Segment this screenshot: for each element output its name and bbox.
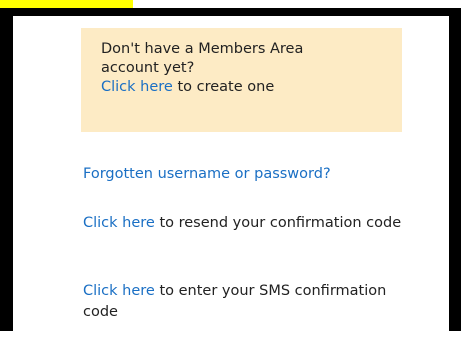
login-help-panel: Don't have a Members Area account yet? C… (13, 16, 449, 346)
notice-text-line2: account yet? (101, 60, 195, 76)
sms-confirmation-item: Click here to enter your SMS confirmatio… (83, 281, 413, 323)
resend-confirmation-link[interactable]: Click here (83, 215, 155, 231)
forgotten-credentials-link[interactable]: Forgotten username or password? (83, 166, 331, 182)
notice-text-line1: Don't have a Members Area (101, 41, 304, 57)
create-account-link[interactable]: Click here (101, 79, 173, 95)
sms-confirmation-link[interactable]: Click here (83, 283, 155, 299)
resend-confirmation-text: to resend your confirmation code (154, 215, 402, 231)
create-account-suffix: to create one (172, 79, 275, 95)
highlight-tab (0, 0, 133, 8)
forgotten-credentials-item: Forgotten username or password? (83, 164, 413, 185)
create-account-notice: Don't have a Members Area account yet? C… (81, 28, 402, 132)
resend-confirmation-item: Click here to resend your confirmation c… (83, 213, 413, 234)
window-frame: Don't have a Members Area account yet? C… (0, 8, 461, 346)
